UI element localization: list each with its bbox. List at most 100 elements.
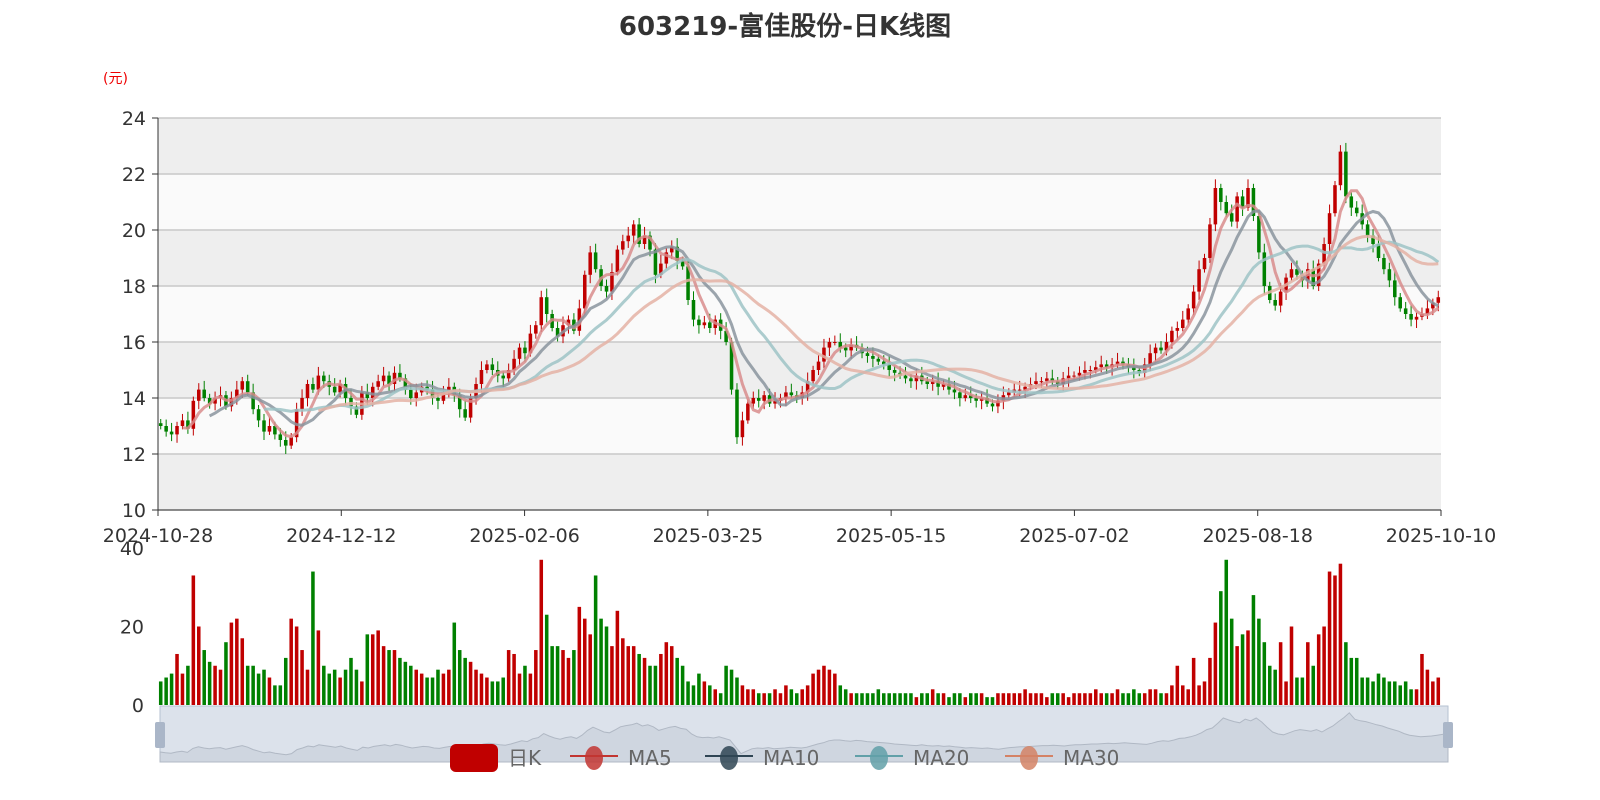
volume-bar [1289,626,1294,705]
volume-bar [680,665,685,705]
volume-bar [1398,685,1402,705]
candle-body [1083,370,1087,373]
datazoom-handle-left[interactable] [155,722,165,748]
candle-body [1273,300,1277,306]
volume-bar [1306,642,1310,705]
volume-bar [354,669,359,705]
candle-body [833,342,837,343]
candle-body [1039,381,1044,383]
candle-body [1409,314,1413,320]
volume-bar [1420,653,1424,705]
volume-bar [637,653,641,705]
datazoom-handle-right[interactable] [1443,722,1453,748]
candle-body [1289,269,1294,278]
volume-bar [669,646,674,705]
volume-bar [332,669,337,705]
volume-bar [599,618,603,705]
candle-body [697,319,701,326]
volume-bar [447,669,451,705]
volume-bar [881,693,886,705]
y-tick-label: 16 [122,332,146,354]
legend-item-日k[interactable]: 日K [450,744,542,772]
candle-body [544,297,549,314]
volume-bar [887,693,891,705]
volume-bar [539,559,544,705]
volume-bar [1039,693,1044,705]
candle-body [740,420,745,438]
grid-band [158,118,1441,174]
candle-body [501,375,505,379]
candle-body [436,398,440,401]
volume-bar [697,673,701,705]
volume-bar [240,638,245,705]
volume-bar [501,677,505,705]
volume-bar [968,693,973,705]
candle-body [1365,224,1370,236]
volume-bar [441,673,446,705]
volume-bar [1099,693,1103,705]
volume-bar [1278,642,1283,705]
x-tick-label: 2025-10-10 [1386,525,1496,547]
volume-bar [1050,693,1055,705]
grid-band [158,454,1441,510]
candle-body [958,392,962,398]
volume-bar [235,618,239,705]
candle-body [604,286,609,292]
volume-bar [827,669,832,705]
volume-bar [1034,693,1038,705]
volume-bar [1267,665,1272,705]
volume-tick-label: 20 [120,617,144,639]
volume-bar [191,575,196,705]
x-tick-label: 2025-02-06 [469,525,579,547]
candle-body [789,392,794,396]
legend-label: MA20 [913,746,969,770]
volume-bar [920,693,924,705]
candle-body [1262,252,1267,286]
volume-bar [811,673,815,705]
volume-bar [452,622,457,705]
volume-bar [1170,685,1174,705]
volume-bar [1186,689,1190,705]
volume-bar [311,571,315,705]
volume-bar [1431,681,1435,705]
candle-body [1398,297,1402,309]
volume-bar [979,693,984,705]
volume-bar [1191,657,1196,705]
candle-body [267,426,272,432]
volume-bar [1197,685,1201,705]
candle-body [1170,330,1174,342]
volume-bar [169,673,174,705]
candle-body [631,224,636,236]
volume-bar [398,657,402,705]
volume-bar [381,646,386,705]
volume-bar [1387,681,1392,705]
x-tick-label: 2025-07-02 [1019,525,1129,547]
candle-body [523,347,527,354]
volume-bar [713,689,718,705]
volume-bar [849,693,853,705]
volume-bar [941,693,946,705]
x-tick-label: 2025-03-25 [653,525,763,547]
volume-bar [273,685,277,705]
volume-bar [871,693,875,705]
volume-bar [1349,657,1354,705]
candle-body [1072,375,1076,377]
volume-bar [1338,563,1343,705]
volume-bar [1104,693,1109,705]
candle-body [1181,319,1185,328]
candle-body [1333,185,1337,214]
candle-body [1099,364,1103,368]
volume-bar [1132,689,1136,705]
volume-bar [1251,595,1256,705]
volume-bar [1273,669,1277,705]
candle-body [827,342,832,348]
volume-bar [186,665,190,705]
volume-bar [1262,642,1267,705]
candle-legend-icon [450,744,498,772]
volume-bar [648,665,652,705]
volume-bar [691,685,696,705]
ma5-legend-icon [585,746,603,770]
volume-bar [1344,642,1348,705]
candle-body [1338,151,1343,186]
candle-body [963,395,968,398]
